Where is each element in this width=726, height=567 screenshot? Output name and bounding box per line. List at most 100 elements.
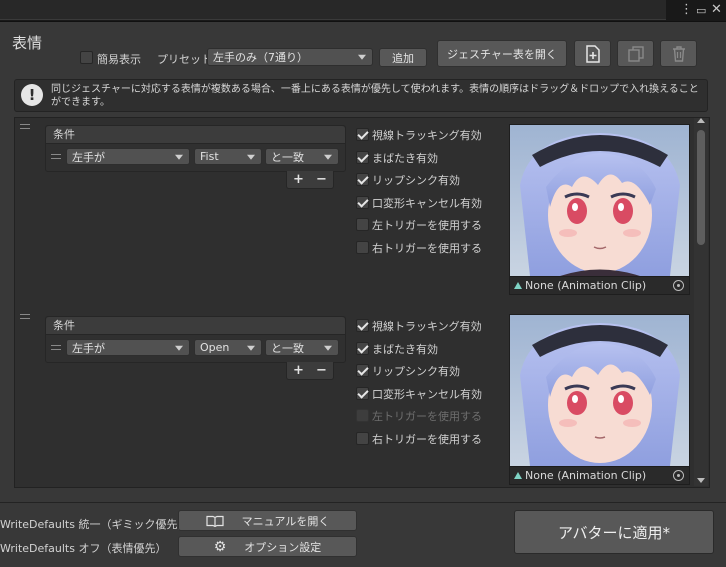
- toggle-checkbox[interactable]: [356, 150, 369, 164]
- clip-value: None (Animation Clip): [525, 469, 647, 482]
- page-title: 表情: [12, 34, 43, 52]
- close-icon[interactable]: ✕: [711, 3, 722, 17]
- toggle-checkbox: [356, 409, 369, 423]
- chevron-down-icon: [358, 54, 366, 60]
- condition-drag-handle-icon[interactable]: [51, 154, 61, 159]
- toggle-label: リップシンク有効: [372, 365, 460, 379]
- info-message: 同じジェスチャーに対応する表情が複数ある場合、一番上にある表情が優先して使われま…: [51, 84, 699, 108]
- toggle-checkbox[interactable]: [356, 319, 369, 332]
- toggle-label: 口変形キャンセル有効: [372, 196, 482, 210]
- option-settings-button[interactable]: ⚙ オプション設定: [178, 536, 357, 557]
- hand-value: 左手が: [72, 150, 105, 164]
- toggle-checkbox[interactable]: [356, 364, 369, 378]
- avatar-face-image: [510, 125, 689, 276]
- gesture-dropdown[interactable]: Open: [194, 339, 262, 356]
- drag-handle-icon[interactable]: [20, 314, 30, 319]
- toggle-label: まばたき有効: [372, 342, 438, 356]
- add-condition-icon[interactable]: +: [293, 363, 304, 378]
- info-icon: !: [21, 84, 43, 106]
- animation-clip-icon: [514, 282, 522, 289]
- toggle-checkbox[interactable]: [356, 195, 369, 209]
- remove-condition-icon[interactable]: −: [316, 363, 327, 378]
- condition-title: 条件: [46, 126, 345, 144]
- gesture-value: Fist: [200, 150, 219, 163]
- hand-value: 左手が: [72, 341, 105, 355]
- toggle-checkbox[interactable]: [356, 432, 369, 445]
- toggle-checkbox[interactable]: [356, 386, 369, 400]
- scroll-thumb[interactable]: [697, 130, 705, 245]
- object-picker-icon[interactable]: [673, 470, 684, 481]
- add-preset-button[interactable]: 追加: [379, 48, 427, 67]
- list-scrollbar[interactable]: [694, 118, 708, 486]
- book-icon: [206, 515, 224, 527]
- toggle-checkbox[interactable]: [356, 128, 369, 141]
- new-file-icon: [585, 44, 600, 63]
- toggle-label: 視線トラッキング有効: [372, 129, 482, 142]
- new-file-button[interactable]: [574, 40, 611, 67]
- clip-value: None (Animation Clip): [525, 279, 647, 292]
- match-dropdown[interactable]: と一致: [265, 148, 339, 165]
- toggle-label: 右トリガーを使用する: [372, 433, 482, 446]
- more-menu-icon[interactable]: ⋮: [680, 3, 693, 17]
- trash-icon: [672, 45, 685, 62]
- window-tab-strip: [0, 0, 666, 20]
- open-manual-label: マニュアルを開く: [241, 514, 330, 528]
- gesture-dropdown[interactable]: Fist: [194, 148, 262, 165]
- toggle-label: 視線トラッキング有効: [372, 320, 482, 333]
- chevron-down-icon: [247, 154, 255, 160]
- scroll-down-icon[interactable]: [697, 478, 705, 483]
- footer-divider: [0, 502, 726, 503]
- match-value: と一致: [271, 150, 304, 164]
- match-value: と一致: [271, 341, 304, 355]
- open-manual-button[interactable]: マニュアルを開く: [178, 510, 357, 531]
- avatar-face-image: [510, 315, 689, 466]
- duplicate-button[interactable]: [617, 40, 654, 67]
- simple-view-label: 簡易表示: [97, 53, 141, 66]
- condition-title: 条件: [46, 317, 345, 335]
- toggle-checkbox[interactable]: [356, 173, 369, 187]
- preset-label: プリセット: [157, 53, 212, 66]
- scroll-up-icon[interactable]: [697, 118, 705, 123]
- writedefaults-off-label: WriteDefaults オフ（表情優先）: [0, 542, 167, 555]
- toggle-checkbox[interactable]: [356, 241, 369, 254]
- copy-icon: [627, 45, 644, 62]
- delete-button[interactable]: [660, 40, 697, 67]
- preset-dropdown[interactable]: 左手のみ（7通り）: [207, 48, 373, 66]
- hand-dropdown[interactable]: 左手が: [66, 339, 190, 356]
- maximize-icon[interactable]: ▭: [696, 4, 706, 18]
- simple-view-checkbox[interactable]: [80, 51, 93, 64]
- gesture-value: Open: [200, 341, 230, 354]
- info-help-box: ! 同じジェスチャーに対応する表情が複数ある場合、一番上にある表情が優先して使わ…: [14, 79, 708, 112]
- toggle-label: 右トリガーを使用する: [372, 242, 482, 255]
- expression-preview: None (Animation Clip): [509, 124, 690, 295]
- toggle-label: リップシンク有効: [372, 174, 460, 188]
- animation-clip-field[interactable]: None (Animation Clip): [510, 276, 689, 294]
- chevron-down-icon: [247, 345, 255, 351]
- object-picker-icon[interactable]: [673, 280, 684, 291]
- preset-value: 左手のみ（7通り）: [213, 51, 308, 64]
- add-condition-icon[interactable]: +: [293, 172, 304, 187]
- apply-to-avatar-button[interactable]: アバターに適用*: [514, 510, 714, 554]
- condition-drag-handle-icon[interactable]: [51, 345, 61, 350]
- toggle-label: まばたき有効: [372, 151, 438, 165]
- animation-clip-icon: [514, 472, 522, 479]
- hand-dropdown[interactable]: 左手が: [66, 148, 190, 165]
- chevron-down-icon: [324, 154, 332, 160]
- remove-condition-icon[interactable]: −: [316, 172, 327, 187]
- condition-add-remove: + −: [286, 362, 334, 380]
- match-dropdown[interactable]: と一致: [265, 339, 339, 356]
- chevron-down-icon: [175, 154, 183, 160]
- chevron-down-icon: [324, 345, 332, 351]
- chevron-down-icon: [175, 345, 183, 351]
- window-title-bar: ⋮ ▭ ✕: [0, 0, 726, 22]
- gear-icon: ⚙: [213, 538, 227, 555]
- expression-preview: None (Animation Clip): [509, 314, 690, 485]
- open-gesture-table-button[interactable]: ジェスチャー表を開く: [437, 40, 567, 67]
- toggle-checkbox[interactable]: [356, 218, 369, 232]
- option-settings-label: オプション設定: [244, 540, 322, 554]
- animation-clip-field[interactable]: None (Animation Clip): [510, 466, 689, 484]
- toggle-label: 左トリガーを使用する: [372, 410, 482, 424]
- toggle-checkbox[interactable]: [356, 341, 369, 355]
- drag-handle-icon[interactable]: [20, 124, 30, 129]
- writedefaults-unified-label: WriteDefaults 統一（ギミック優先）: [0, 518, 189, 531]
